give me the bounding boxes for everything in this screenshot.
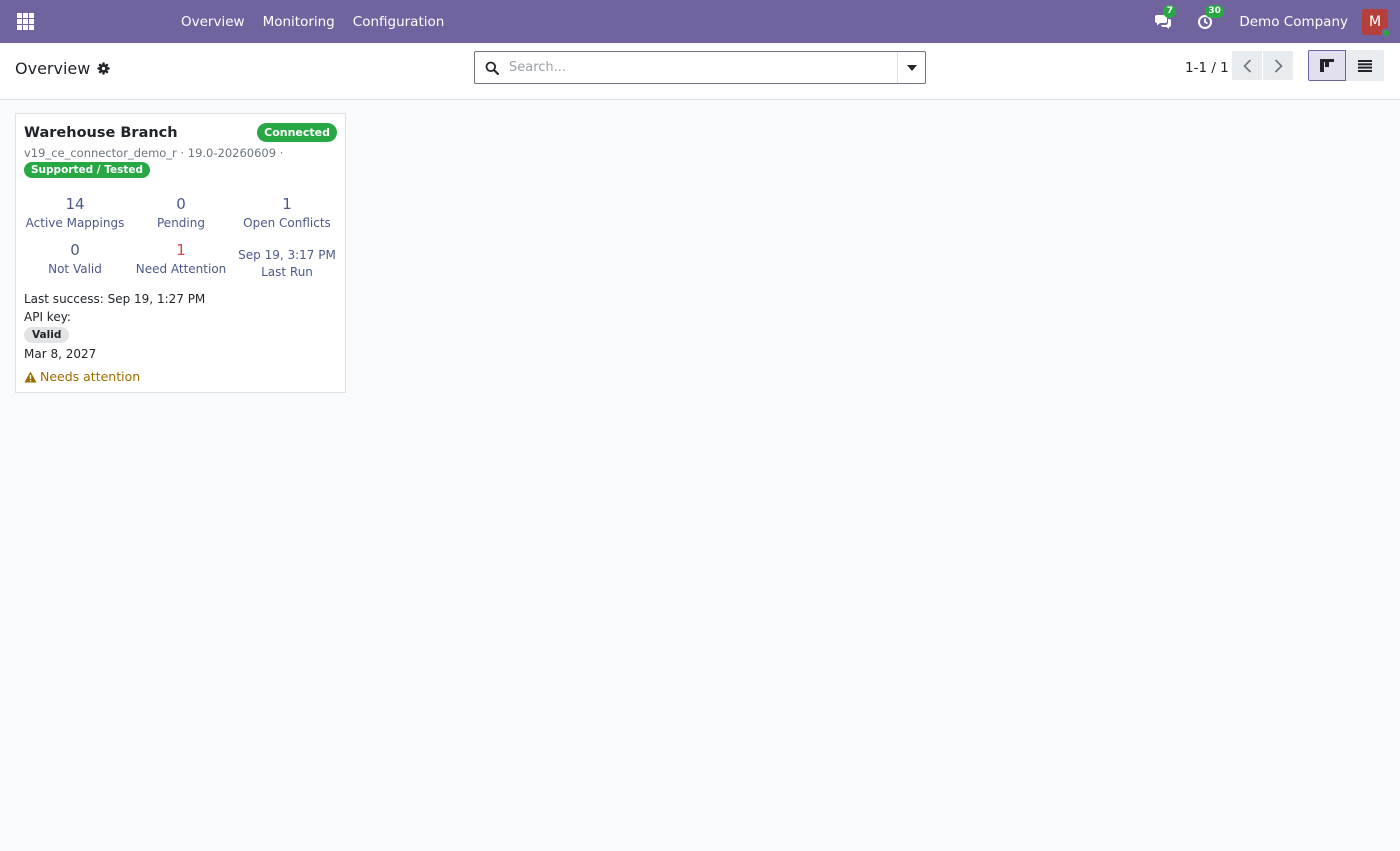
stat-value: Sep 19, 3:17 PM xyxy=(238,248,336,262)
navbar-systray: 7 30 Demo Company M xyxy=(1151,0,1391,43)
stat-label: Need Attention xyxy=(135,262,227,276)
page-title: Overview xyxy=(15,58,91,78)
list-icon xyxy=(1358,59,1372,72)
stat-need-attention[interactable]: 1 Need Attention xyxy=(128,241,234,276)
search-options-toggle[interactable] xyxy=(897,52,925,83)
card-subtitle: v19_ce_connector_demo_r · 19.0-20260609 … xyxy=(24,146,284,160)
messages-button[interactable]: 7 xyxy=(1151,4,1177,34)
apps-menu-button[interactable] xyxy=(0,0,50,43)
avatar-initial: M xyxy=(1368,13,1382,30)
company-switcher[interactable]: Demo Company xyxy=(1239,14,1348,30)
stat-value: 0 xyxy=(70,241,80,259)
stat-label: Pending xyxy=(157,216,205,230)
last-success-text: Last success: Sep 19, 1:27 PM xyxy=(24,292,206,306)
search-bar xyxy=(474,51,926,84)
control-panel: Overview Search... 1-1 / 1 xyxy=(0,43,1400,100)
list-view-button[interactable] xyxy=(1346,50,1384,81)
card-title: Warehouse Branch xyxy=(24,125,178,141)
menu-item-configuration[interactable]: Configuration xyxy=(344,14,454,30)
kanban-icon xyxy=(1320,59,1334,72)
stat-active-mappings[interactable]: 14 Active Mappings xyxy=(22,195,128,230)
chevron-left-icon xyxy=(1242,58,1251,73)
kanban-view-button[interactable] xyxy=(1308,50,1346,81)
attention-notice: Needs attention xyxy=(24,369,140,384)
stat-value: 0 xyxy=(176,195,186,213)
stat-last-run: Sep 19, 3:17 PM Last Run xyxy=(234,248,340,279)
main-menu: Overview Monitoring Configuration xyxy=(172,0,453,43)
messages-count-badge: 7 xyxy=(1163,4,1177,18)
pager-previous-button[interactable] xyxy=(1232,51,1262,80)
stat-label: Active Mappings xyxy=(25,216,125,230)
stat-label: Not Valid xyxy=(48,262,102,276)
search-icon xyxy=(475,61,509,75)
warning-icon xyxy=(24,371,37,382)
api-key-expiry: Mar 8, 2027 xyxy=(24,347,97,361)
stat-value: 14 xyxy=(65,195,85,213)
stat-label: Last Run xyxy=(261,265,313,279)
online-status-dot xyxy=(1381,27,1391,38)
stat-value: 1 xyxy=(282,195,292,213)
stat-pending[interactable]: 0 Pending xyxy=(128,195,234,230)
activities-button[interactable]: 30 xyxy=(1193,4,1224,34)
stat-not-valid[interactable]: 0 Not Valid xyxy=(22,241,128,276)
api-key-status-badge: Valid xyxy=(24,327,70,343)
support-badge: Supported / Tested xyxy=(24,162,151,178)
search-input[interactable] xyxy=(509,52,897,83)
pager-value[interactable]: 1-1 / 1 xyxy=(1185,43,1229,93)
breadcrumb: Overview xyxy=(15,43,110,93)
menu-item-overview[interactable]: Overview xyxy=(172,14,254,30)
stat-label: Open Conflicts xyxy=(243,216,331,230)
status-badge: Connected xyxy=(257,123,337,142)
user-avatar[interactable]: M xyxy=(1362,8,1391,38)
activities-count-badge: 30 xyxy=(1205,4,1224,18)
apps-grid-icon xyxy=(16,13,34,30)
top-navbar: Overview Monitoring Configuration 7 30 D… xyxy=(0,0,1400,43)
api-key-label: API key: xyxy=(24,310,71,324)
gear-icon[interactable] xyxy=(97,61,110,75)
caret-down-icon xyxy=(906,64,917,71)
attention-text: Needs attention xyxy=(40,369,141,384)
stat-open-conflicts[interactable]: 1 Open Conflicts xyxy=(234,195,340,230)
menu-item-monitoring[interactable]: Monitoring xyxy=(254,14,344,30)
connector-card[interactable]: Warehouse Branch Connected v19_ce_connec… xyxy=(15,113,346,393)
stat-value: 1 xyxy=(176,241,186,259)
pager-next-button[interactable] xyxy=(1263,51,1293,80)
chevron-right-icon xyxy=(1274,58,1283,73)
